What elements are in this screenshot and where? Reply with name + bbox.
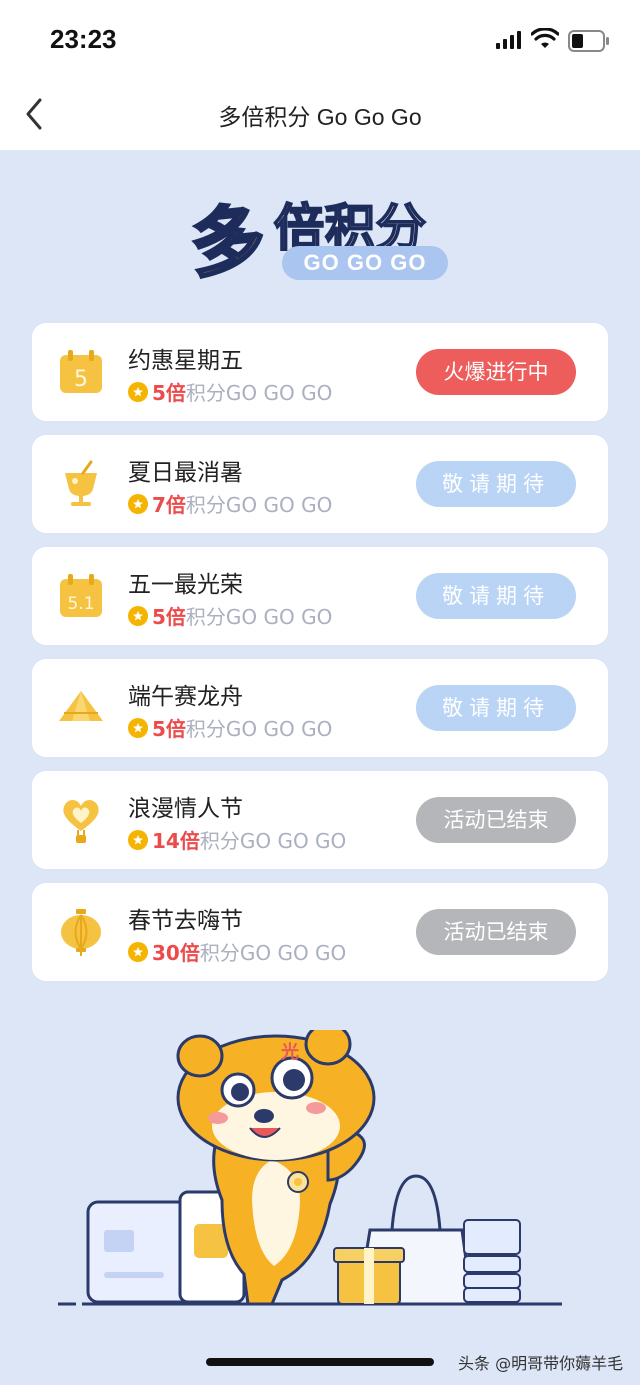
status-button[interactable]: 活动已结束 bbox=[416, 797, 576, 843]
mascot-badge: 光 bbox=[280, 1041, 299, 1063]
wifi-icon bbox=[531, 28, 559, 48]
calendar-5-icon: 5 bbox=[60, 350, 102, 393]
card-title: 浪漫情人节 bbox=[128, 796, 243, 822]
points-suffix: 积分GO GO GO bbox=[185, 493, 333, 517]
activity-card[interactable]: 端午赛龙舟 5倍 积分GO GO GO 敬请期待 bbox=[32, 659, 608, 757]
card-points: 7倍 积分GO GO GO bbox=[128, 489, 332, 518]
points-multiplier: 5倍 bbox=[152, 717, 186, 741]
points-suffix: 积分GO GO GO bbox=[185, 605, 333, 629]
status-button[interactable]: 敬请期待 bbox=[416, 573, 576, 619]
coin-icon bbox=[128, 717, 148, 738]
hero-banner: 多 倍积分 GO GO GO bbox=[185, 182, 452, 290]
cold-drink-icon bbox=[65, 460, 97, 506]
points-multiplier: 5倍 bbox=[152, 605, 186, 629]
card-points: 5倍 积分GO GO GO bbox=[128, 713, 332, 742]
coin-icon bbox=[128, 941, 148, 962]
points-multiplier: 7倍 bbox=[152, 493, 186, 517]
card-points: 30倍 积分GO GO GO bbox=[128, 937, 346, 966]
activity-card[interactable]: 夏日最消暑 7倍 积分GO GO GO 敬请期待 bbox=[32, 435, 608, 533]
activity-card[interactable]: 春节去嗨节 30倍 积分GO GO GO 活动已结束 bbox=[32, 883, 608, 981]
hero-subtitle: GO GO GO bbox=[282, 246, 448, 280]
battery-icon bbox=[568, 30, 609, 52]
activity-card[interactable]: 5.1 五一最光荣 5倍 积分GO GO GO 敬请期待 bbox=[32, 547, 608, 645]
status-time: 23:23 bbox=[50, 24, 117, 54]
zongzi-icon bbox=[59, 691, 103, 721]
points-multiplier: 30倍 bbox=[152, 941, 200, 965]
activity-card[interactable]: 5 约惠星期五 5倍 积分GO GO GO 火爆进行中 bbox=[32, 323, 608, 421]
card-title: 约惠星期五 bbox=[128, 348, 243, 374]
coin-icon bbox=[128, 605, 148, 626]
status-button[interactable]: 活动已结束 bbox=[416, 909, 576, 955]
page-title: 多倍积分 Go Go Go bbox=[218, 104, 422, 130]
nav-bar: 多倍积分 Go Go Go bbox=[0, 80, 640, 150]
coin-icon bbox=[128, 493, 148, 514]
main-content: 多 倍积分 GO GO GO 5 约惠星期五 5倍 积分GO GO GO 火爆进… bbox=[0, 150, 640, 1385]
watermark-text: 头条 @明哥带你薅羊毛 bbox=[458, 1354, 624, 1373]
heart-balloon-icon bbox=[63, 799, 99, 843]
tiger-mascot-illustration: 光 bbox=[58, 1030, 562, 1306]
points-suffix: 积分GO GO GO bbox=[185, 717, 333, 741]
calendar-51-icon: 5.1 bbox=[60, 574, 102, 617]
points-suffix: 积分GO GO GO bbox=[185, 381, 333, 405]
card-points: 5倍 积分GO GO GO bbox=[128, 377, 332, 406]
status-bar: 23:23 bbox=[0, 0, 640, 80]
card-title: 春节去嗨节 bbox=[128, 908, 243, 934]
points-suffix: 积分GO GO GO bbox=[199, 941, 347, 965]
points-multiplier: 5倍 bbox=[152, 381, 186, 405]
activity-card[interactable]: 浪漫情人节 14倍 积分GO GO GO 活动已结束 bbox=[32, 771, 608, 869]
card-points: 5倍 积分GO GO GO bbox=[128, 601, 332, 630]
svg-text:5: 5 bbox=[74, 367, 88, 392]
card-title: 五一最光荣 bbox=[128, 572, 243, 598]
coin-icon bbox=[128, 381, 148, 402]
points-multiplier: 14倍 bbox=[152, 829, 200, 853]
card-points: 14倍 积分GO GO GO bbox=[128, 825, 346, 854]
card-title: 端午赛龙舟 bbox=[128, 684, 243, 710]
status-button[interactable]: 火爆进行中 bbox=[416, 349, 576, 395]
lantern-icon bbox=[61, 909, 101, 956]
card-title: 夏日最消暑 bbox=[128, 460, 243, 486]
home-indicator[interactable] bbox=[206, 1358, 434, 1366]
coin-icon bbox=[128, 829, 148, 850]
svg-text:5.1: 5.1 bbox=[67, 594, 94, 614]
status-button[interactable]: 敬请期待 bbox=[416, 685, 576, 731]
status-button[interactable]: 敬请期待 bbox=[416, 461, 576, 507]
cellular-signal-icon bbox=[496, 31, 521, 49]
points-suffix: 积分GO GO GO bbox=[199, 829, 347, 853]
hero-title-first: 多 bbox=[185, 194, 271, 290]
